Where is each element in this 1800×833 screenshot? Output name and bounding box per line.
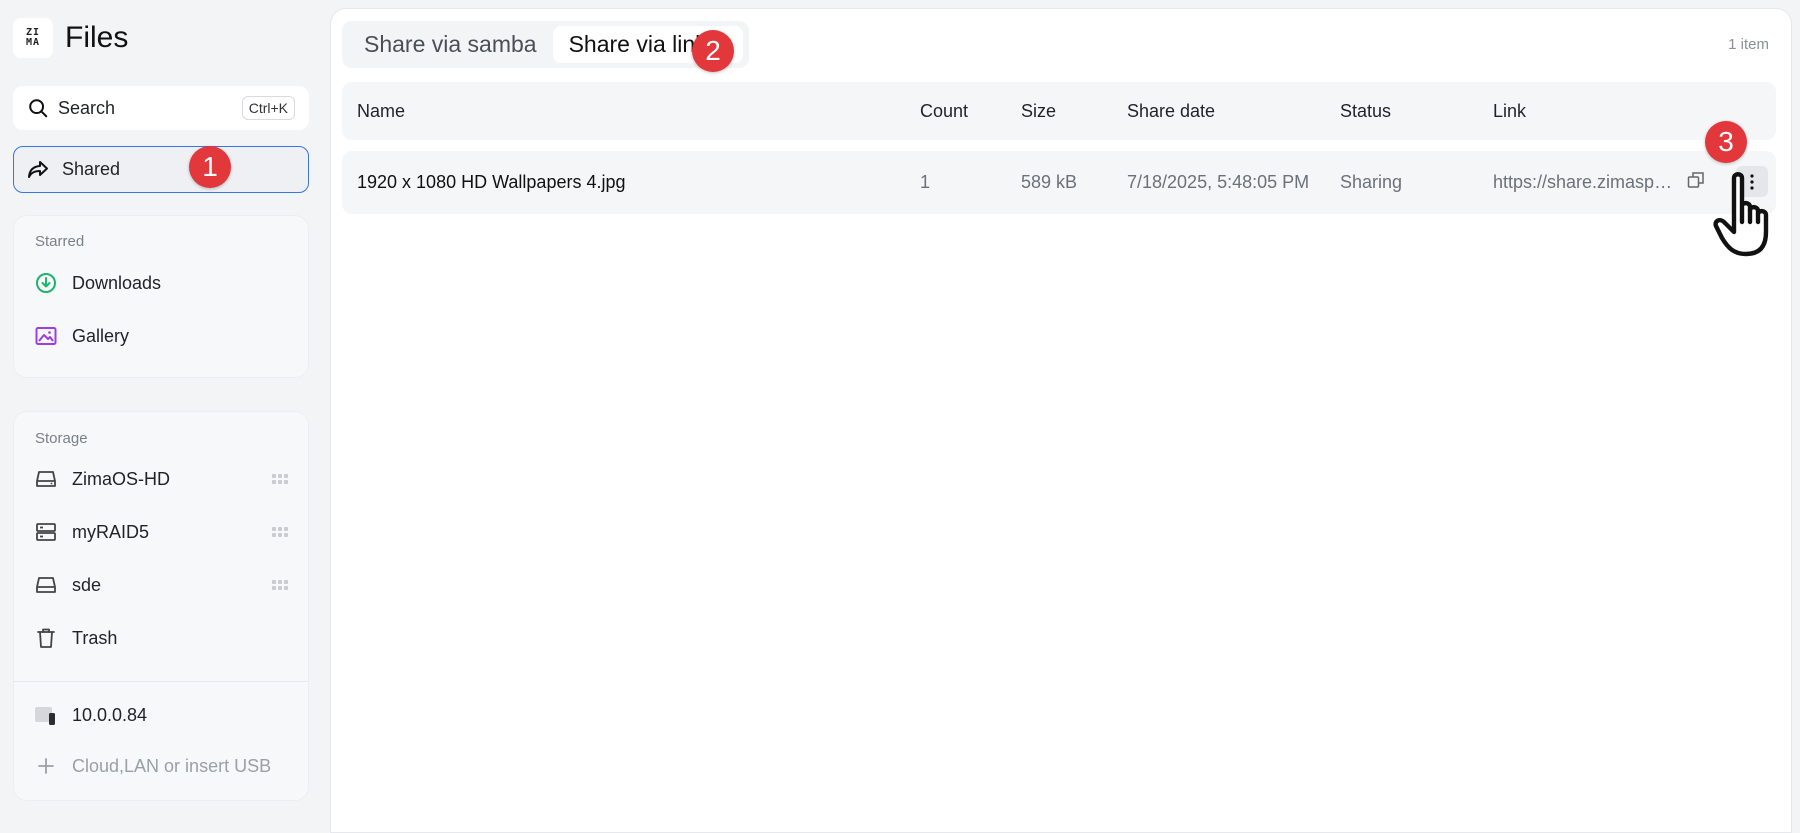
copy-icon[interactable]: [1687, 171, 1705, 194]
plus-icon: [34, 754, 58, 778]
app-header: ZI MA Files: [13, 18, 128, 58]
drive-icon: [34, 467, 58, 491]
sidebar-item-myraid5[interactable]: myRAID5: [34, 512, 288, 552]
row-link[interactable]: https://share.zimaspac...: [1493, 172, 1681, 193]
step-badge-3: 3: [1705, 121, 1747, 163]
column-header-share-date[interactable]: Share date: [1127, 82, 1215, 140]
image-icon: [34, 324, 58, 348]
server-icon: [34, 520, 58, 544]
sidebar-item-sde[interactable]: sde: [34, 565, 288, 605]
search-shortcut: Ctrl+K: [241, 96, 295, 120]
sidebar-item-label: Shared: [62, 159, 121, 179]
drag-handle-icon[interactable]: [272, 474, 288, 484]
sidebar-item-device[interactable]: 10.0.0.84: [34, 695, 288, 735]
sidebar: ZI MA Files Search Ctrl+K Shared Starred…: [0, 0, 330, 833]
table-row[interactable]: 1920 x 1080 HD Wallpapers 4.jpg 1 589 kB…: [342, 151, 1776, 214]
main-panel: Share via samba Share via link 1 item Na…: [330, 8, 1792, 833]
nas-device-icon: [34, 703, 58, 727]
search-label: Search: [58, 97, 116, 118]
trash-icon: [34, 626, 58, 650]
share-tabs: Share via samba Share via link: [342, 21, 749, 68]
sidebar-item-label: Downloads: [72, 272, 162, 293]
drag-handle-icon[interactable]: [272, 580, 288, 590]
add-storage-button[interactable]: Cloud,LAN or insert USB: [34, 746, 288, 786]
add-storage-label: Cloud,LAN or insert USB: [72, 755, 272, 776]
tab-share-via-samba[interactable]: Share via samba: [348, 26, 553, 63]
sidebar-item-label: Trash: [72, 627, 118, 648]
column-header-name[interactable]: Name: [357, 82, 405, 140]
sidebar-item-downloads[interactable]: Downloads: [34, 263, 288, 303]
row-status: Sharing: [1340, 172, 1403, 192]
sidebar-item-label: 10.0.0.84: [72, 704, 148, 725]
column-header-count[interactable]: Count: [920, 82, 968, 140]
share-arrow-icon: [28, 160, 48, 178]
row-link-cell: https://share.zimaspac...: [1493, 151, 1705, 214]
sidebar-item-label: myRAID5: [72, 521, 150, 542]
search-icon: [29, 99, 48, 118]
column-header-status[interactable]: Status: [1340, 82, 1391, 140]
storage-heading: Storage: [35, 430, 88, 447]
row-count: 1: [920, 172, 931, 192]
download-circle-icon: [34, 271, 58, 295]
search-button[interactable]: Search Ctrl+K: [13, 86, 309, 130]
column-header-link[interactable]: Link: [1493, 82, 1526, 140]
sidebar-item-label: Gallery: [72, 325, 130, 346]
sidebar-item-shared[interactable]: Shared: [13, 146, 309, 193]
sidebar-item-trash[interactable]: Trash: [34, 618, 288, 658]
row-file-name: 1920 x 1080 HD Wallpapers 4.jpg: [357, 172, 626, 192]
sidebar-item-label: ZimaOS-HD: [72, 468, 170, 489]
drag-handle-icon[interactable]: [272, 527, 288, 537]
sidebar-item-gallery[interactable]: Gallery: [34, 316, 288, 356]
drive-icon: [34, 573, 58, 597]
storage-divider: [14, 681, 308, 682]
hand-pointer-icon: [1713, 172, 1769, 257]
step-badge-2: 2: [692, 30, 734, 72]
step-badge-1: 1: [189, 146, 231, 188]
column-header-size[interactable]: Size: [1021, 82, 1056, 140]
storage-section: Storage ZimaOS-HD myRAID5 sde Trash 10.0…: [13, 411, 309, 801]
zima-logo: ZI MA: [13, 18, 53, 58]
starred-heading: Starred: [35, 233, 85, 250]
item-count: 1 item: [1728, 36, 1769, 53]
row-share-date: 7/18/2025, 5:48:05 PM: [1127, 172, 1310, 192]
row-size: 589 kB: [1021, 172, 1078, 192]
sidebar-item-zimaos-hd[interactable]: ZimaOS-HD: [34, 459, 288, 499]
starred-section: Starred Downloads Gallery: [13, 215, 309, 378]
sidebar-item-label: sde: [72, 574, 102, 595]
logo-text-bottom: MA: [25, 37, 41, 48]
app-title: Files: [65, 21, 129, 54]
table-header: Name Count Size Share date Status Link: [342, 82, 1776, 140]
